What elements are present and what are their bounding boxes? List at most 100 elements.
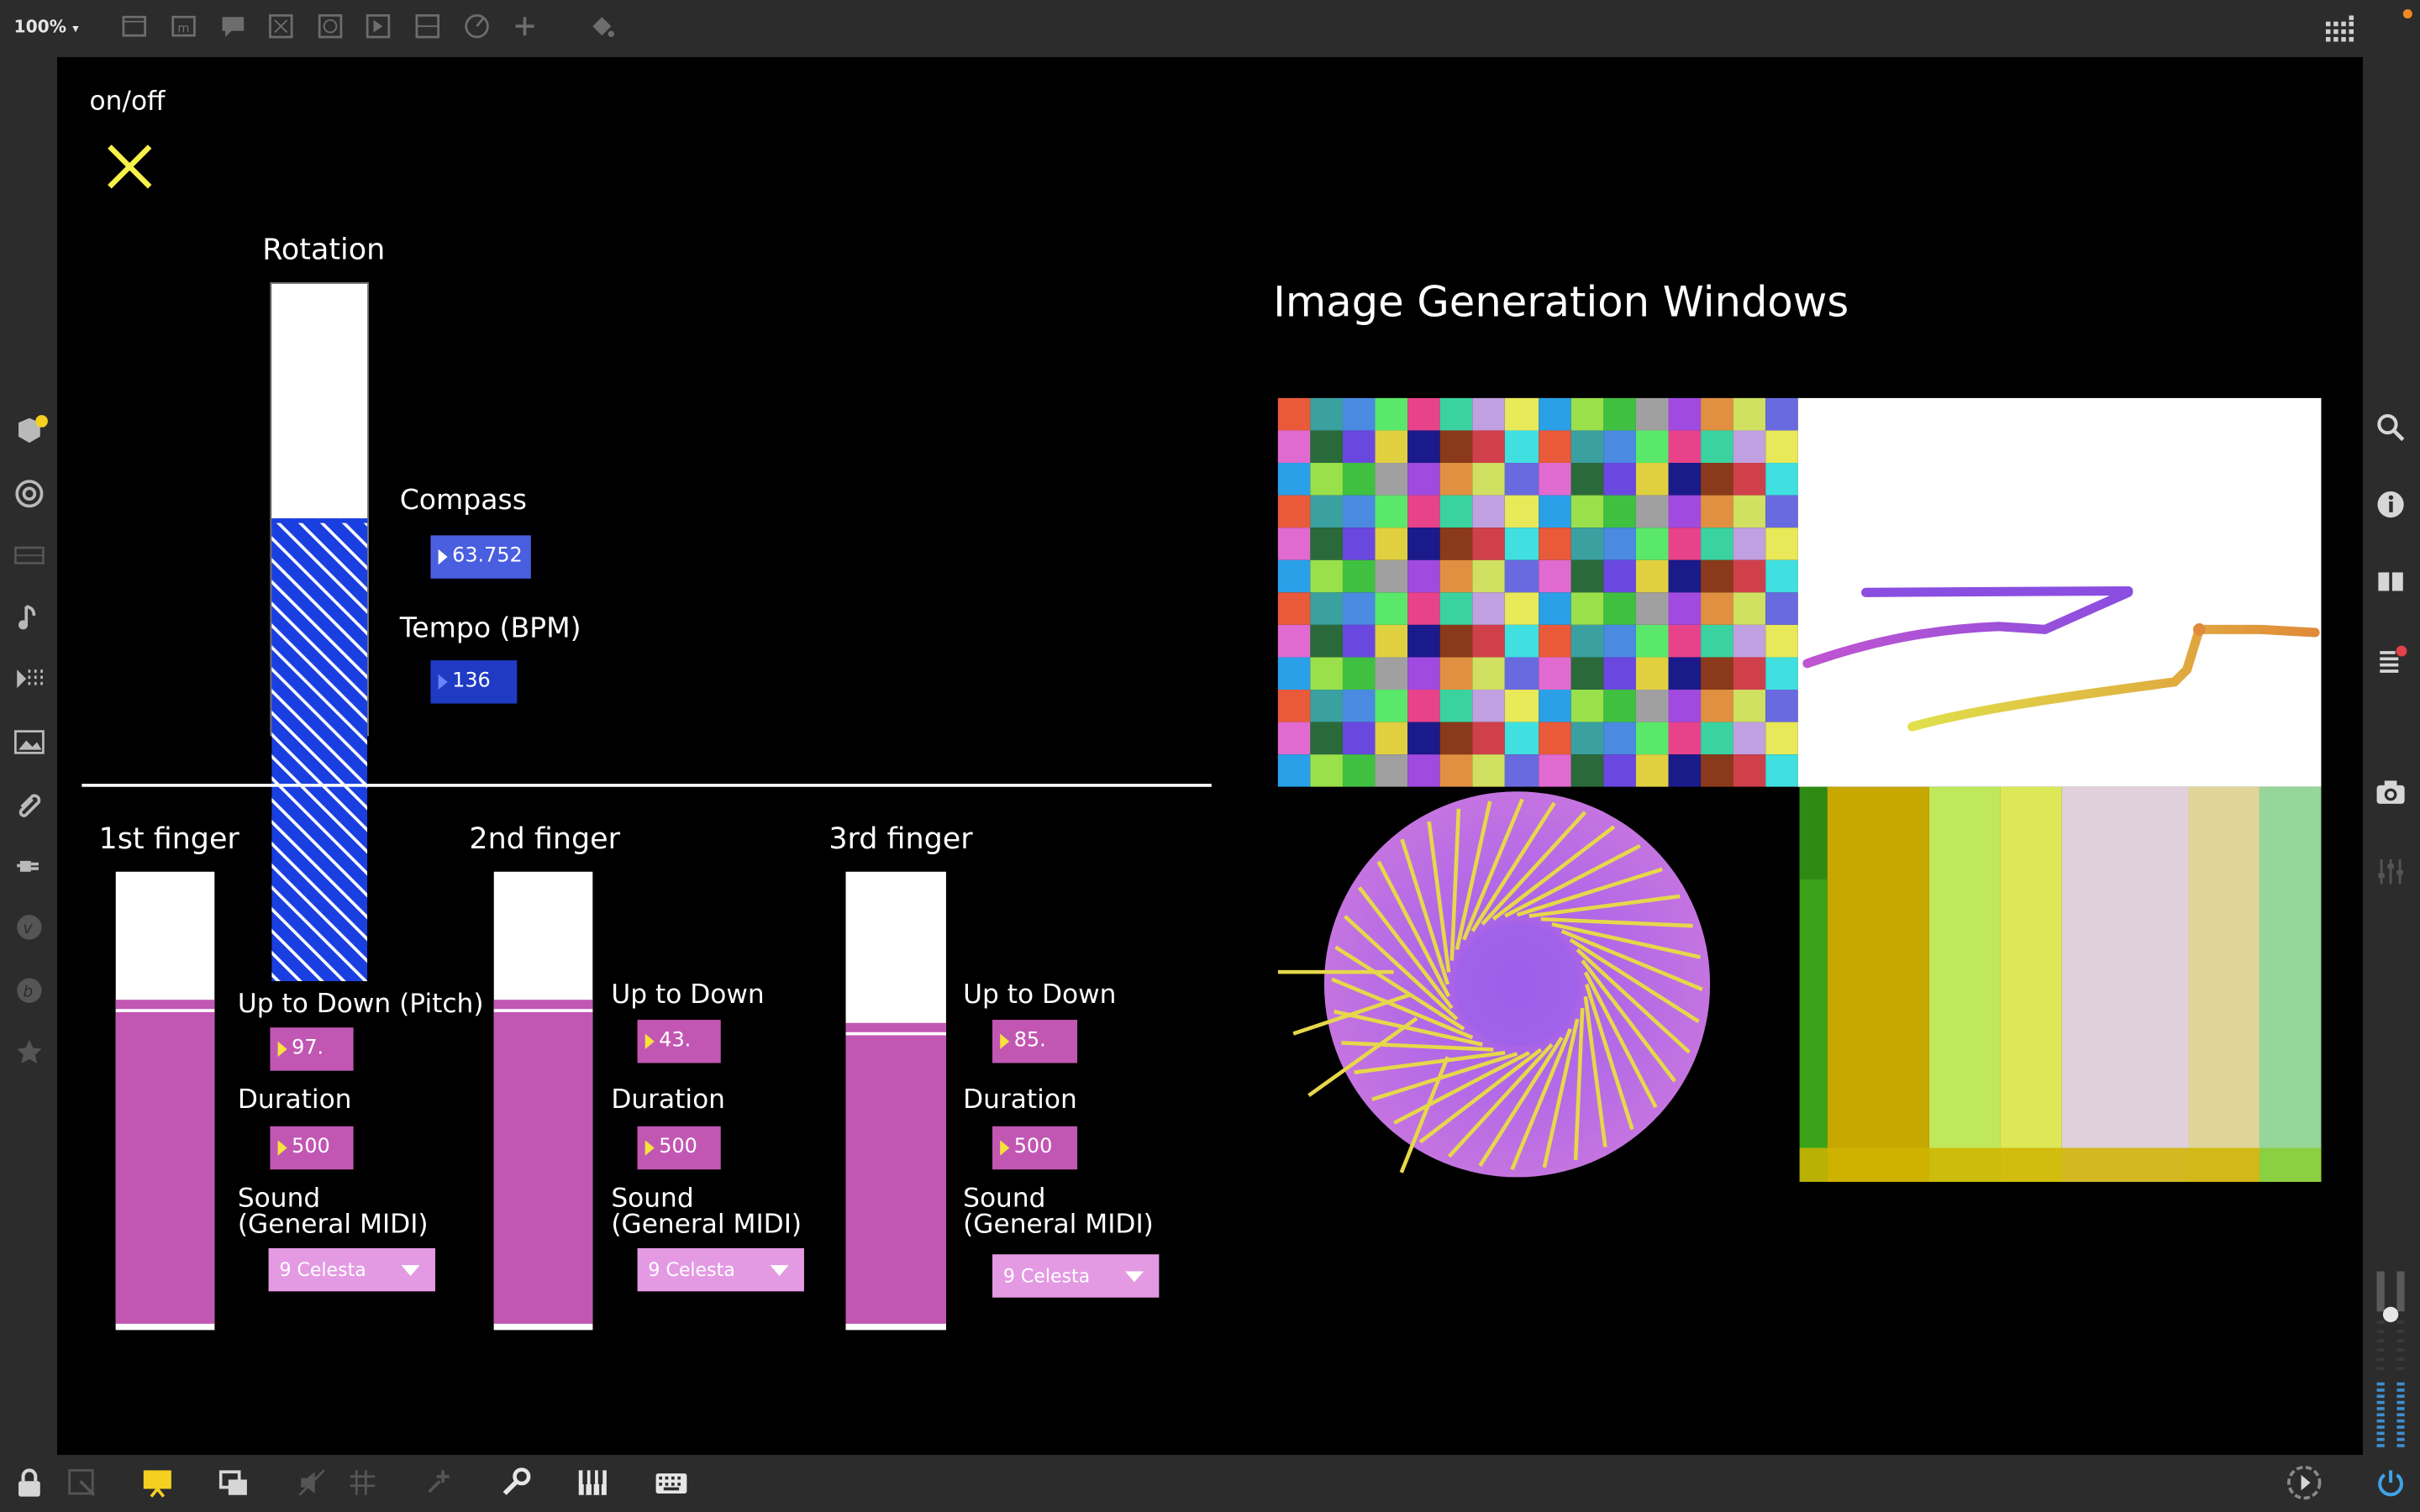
slider-object-icon[interactable]	[413, 13, 441, 40]
mosaic-cell	[1310, 495, 1344, 528]
mosaic-cell	[1668, 559, 1701, 593]
mosaic-cell	[1538, 592, 1570, 625]
mosaic-cell	[1505, 690, 1539, 722]
finger1-sound-menu[interactable]: 9 Celesta	[268, 1247, 435, 1292]
plus-icon[interactable]	[511, 13, 539, 40]
windows-icon[interactable]	[218, 1467, 250, 1499]
finger1-duration-number[interactable]: 500	[270, 1126, 354, 1170]
finger3-sound-menu[interactable]: 9 Celesta	[992, 1254, 1160, 1298]
mosaic-cell	[1440, 463, 1473, 496]
mosaic-cell	[1472, 528, 1506, 560]
mosaic-cell	[1602, 690, 1636, 722]
new-object-icon[interactable]	[120, 13, 148, 40]
finger2-duration-number[interactable]: 500	[637, 1126, 721, 1170]
music-note-icon[interactable]	[14, 601, 45, 633]
svg-text:b: b	[24, 984, 34, 1001]
add-icon[interactable]	[423, 1467, 454, 1499]
mosaic-cell	[1668, 690, 1701, 722]
grid-view-icon[interactable]	[2324, 15, 2358, 49]
mosaic-cell	[1310, 592, 1344, 625]
mosaic-cell	[1472, 495, 1506, 528]
play-circle-icon[interactable]	[2286, 1464, 2323, 1501]
mosaic-cell	[1310, 430, 1344, 464]
finger3-slider-bottom	[845, 1323, 946, 1331]
button-icon[interactable]	[317, 13, 345, 40]
mosaic-cell	[1570, 430, 1603, 464]
comment-icon[interactable]	[219, 13, 247, 40]
finger1-pitch-value: 97.	[292, 1037, 324, 1060]
wrench-icon[interactable]	[500, 1467, 531, 1499]
mixer-icon[interactable]	[2375, 856, 2407, 887]
compass-number-box[interactable]: 63.752	[430, 535, 531, 579]
mosaic-cell	[1472, 592, 1506, 625]
stroke-drawing-window	[1797, 397, 2322, 787]
mosaic-cell	[1733, 754, 1766, 787]
step-icon[interactable]	[14, 664, 45, 695]
mosaic-cell	[1635, 754, 1669, 787]
star-icon[interactable]	[14, 1037, 45, 1068]
bang-icon[interactable]	[267, 13, 295, 40]
mosaic-cell	[1343, 722, 1376, 755]
new-message-icon[interactable]: m	[170, 13, 197, 40]
computer-keyboard-icon[interactable]	[655, 1467, 687, 1499]
mosaic-cell	[1733, 463, 1766, 496]
mosaic-cell	[1440, 495, 1473, 528]
power-icon[interactable]	[2375, 1467, 2407, 1499]
finger2-pitch-slider[interactable]	[493, 871, 593, 1331]
piano-icon[interactable]	[577, 1467, 608, 1499]
mosaic-cell	[1407, 657, 1441, 690]
finger3-pitch-number[interactable]: 85.	[992, 1020, 1078, 1063]
dial-icon[interactable]	[463, 13, 491, 40]
mosaic-cell	[1635, 495, 1669, 528]
paperclip-icon[interactable]	[14, 789, 45, 820]
finger3-pitch-value: 85.	[1013, 1029, 1046, 1053]
edit-icon[interactable]	[66, 1467, 97, 1499]
zoom-dropdown[interactable]: 100% ▾	[14, 17, 79, 37]
master-volume-meter[interactable]	[2375, 1268, 2407, 1451]
paint-bucket-icon[interactable]	[588, 13, 616, 40]
presentation-icon[interactable]	[142, 1467, 173, 1499]
zoom-value: 100%	[13, 17, 66, 38]
mosaic-cell	[1407, 690, 1441, 722]
search-icon[interactable]	[2375, 412, 2407, 443]
grid-icon[interactable]	[347, 1467, 378, 1499]
mosaic-cell	[1505, 722, 1539, 755]
tempo-number-box[interactable]: 136	[430, 660, 518, 704]
lock-icon[interactable]	[14, 1467, 45, 1499]
list-icon[interactable]	[2375, 643, 2407, 675]
target-icon[interactable]	[14, 478, 45, 509]
cube-icon[interactable]	[14, 413, 48, 444]
mosaic-cell	[1602, 495, 1636, 528]
mosaic-cell	[1375, 528, 1408, 560]
mosaic-cell	[1765, 430, 1798, 464]
mosaic-cell	[1602, 528, 1636, 560]
number-box-icon[interactable]	[364, 13, 392, 40]
vizzie-icon[interactable]: v	[14, 912, 45, 943]
chevron-down-icon	[770, 1265, 789, 1276]
plug-icon[interactable]	[14, 850, 45, 881]
columns-icon[interactable]	[2375, 566, 2407, 597]
help-icon[interactable]: b	[14, 975, 45, 1006]
mosaic-cell	[1765, 592, 1798, 625]
finger1-pitch-number[interactable]: 97.	[270, 1027, 354, 1071]
mosaic-cell	[1700, 430, 1733, 464]
image-icon[interactable]	[13, 727, 45, 758]
info-icon[interactable]	[2375, 489, 2407, 520]
mute-icon[interactable]	[297, 1467, 328, 1499]
mosaic-cell	[1635, 657, 1669, 690]
mosaic-cell	[1505, 559, 1539, 593]
mosaic-cell	[1538, 397, 1570, 431]
finger2-pitch-number[interactable]: 43.	[637, 1020, 721, 1063]
finger1-pitch-slider[interactable]	[115, 871, 215, 1331]
onoff-toggle[interactable]	[103, 140, 155, 192]
keyboard-icon[interactable]	[13, 540, 45, 571]
finger3-pitch-slider[interactable]	[845, 871, 946, 1331]
camera-icon[interactable]	[2375, 778, 2407, 809]
mosaic-cell	[1375, 397, 1408, 431]
finger3-duration-number[interactable]: 500	[992, 1126, 1078, 1170]
mosaic-cell	[1472, 657, 1506, 690]
rotation-slider[interactable]	[270, 282, 369, 981]
mosaic-cell	[1407, 754, 1441, 787]
mosaic-cell	[1635, 624, 1669, 658]
finger2-sound-menu[interactable]: 9 Celesta	[637, 1247, 804, 1292]
